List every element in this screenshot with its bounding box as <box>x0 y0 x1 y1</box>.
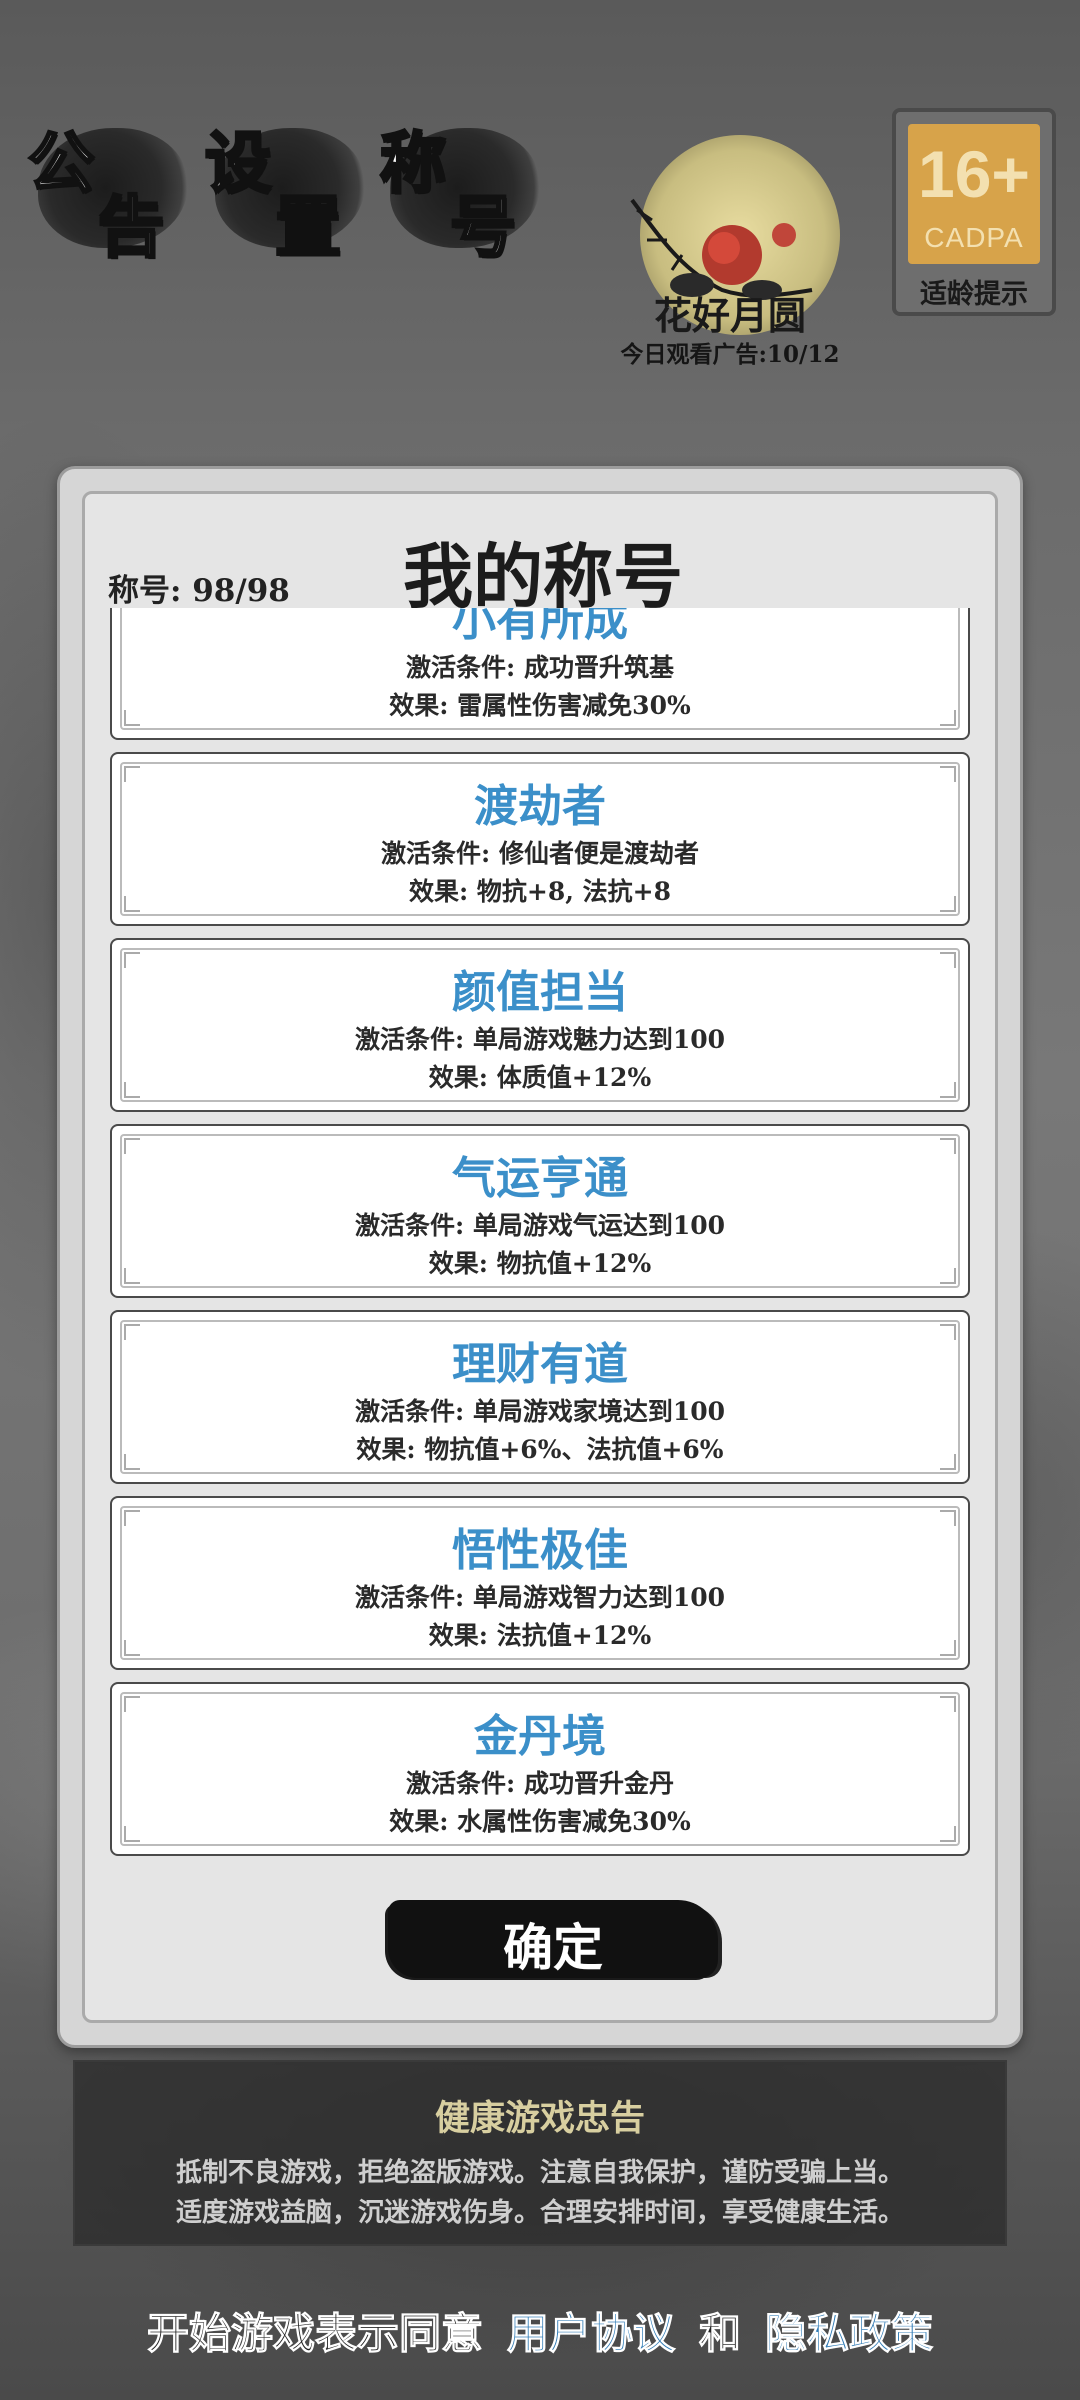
title-effect: 效果: 法抗值+12% <box>428 1621 652 1650</box>
title-card: 理财有道 激活条件: 单局游戏家境达到100 效果: 物抗值+6%、法抗值+6% <box>110 1310 970 1484</box>
title-effect: 效果: 物抗值+12% <box>428 1249 652 1278</box>
title-condition: 激活条件: 单局游戏魅力达到100 <box>354 1025 726 1054</box>
health-notice: 健康游戏忠告 抵制不良游戏，拒绝盗版游戏。注意自我保护，谨防受骗上当。 适度游戏… <box>73 2060 1007 2246</box>
title-condition: 激活条件: 单局游戏智力达到100 <box>354 1583 726 1612</box>
title-card: 金丹境 激活条件: 成功晋升金丹 效果: 水属性伤害减免30% <box>110 1682 970 1856</box>
title-effect: 效果: 水属性伤害减免30% <box>389 1807 691 1836</box>
titles-char-2: 号 <box>449 187 518 268</box>
event-title: 花好月圆 <box>653 293 806 338</box>
title-effect: 效果: 物抗值+6%、法抗值+6% <box>356 1435 724 1464</box>
title-name: 气运亨通 <box>452 1153 628 1204</box>
title-condition: 激活条件: 单局游戏家境达到100 <box>354 1397 726 1426</box>
title-card: 渡劫者 激活条件: 修仙者便是渡劫者 效果: 物抗+8, 法抗+8 <box>110 752 970 926</box>
title-card: 悟性极佳 激活条件: 单局游戏智力达到100 效果: 法抗值+12% <box>110 1496 970 1670</box>
health-notice-line: 抵制不良游戏，拒绝盗版游戏。注意自我保护，谨防受骗上当。 <box>175 2158 904 2188</box>
settings-button[interactable]: 设 置 <box>204 110 375 268</box>
age-rating-org: CADPA <box>924 222 1024 253</box>
age-rating-icon: 16+ CADPA <box>908 124 1040 264</box>
title-condition: 激活条件: 成功晋升金丹 <box>406 1769 674 1798</box>
announcement-button[interactable]: 公 告 <box>27 110 198 268</box>
title-count: 称号: 98/98 <box>108 573 290 609</box>
confirm-label: 确定 <box>503 1918 603 1977</box>
title-card: 气运亨通 激活条件: 单局游戏气运达到100 效果: 物抗值+12% <box>110 1124 970 1298</box>
title-name: 颜值担当 <box>452 967 628 1018</box>
settings-char-1: 设 <box>204 123 273 204</box>
announcement-char-2: 告 <box>97 187 166 268</box>
titles-button[interactable]: 称 号 <box>379 110 550 268</box>
privacy-policy-link[interactable]: 隐私政策 <box>765 2309 934 2359</box>
agreement-line: 开始游戏表示同意 用户协议和隐私政策 <box>0 2300 1080 2361</box>
title-name: 渡劫者 <box>474 781 606 832</box>
titles-char-1: 称 <box>379 123 448 204</box>
health-notice-title: 健康游戏忠告 <box>434 2098 645 2139</box>
title-name: 金丹境 <box>474 1711 606 1762</box>
announcement-char-1: 公 <box>27 123 96 204</box>
title-condition: 激活条件: 单局游戏气运达到100 <box>354 1211 726 1240</box>
settings-char-2: 置 <box>274 187 343 268</box>
title-name: 小有所成 <box>452 608 628 646</box>
title-card: 颜值担当 激活条件: 单局游戏魅力达到100 效果: 体质值+12% <box>110 938 970 1112</box>
agreement-prefix: 开始游戏表示同意 <box>146 2309 483 2359</box>
title-condition: 激活条件: 修仙者便是渡劫者 <box>381 839 699 868</box>
age-rating-tip: 适龄提示 <box>920 279 1028 310</box>
health-notice-line: 适度游戏益脑，沉迷游戏伤身。合理安排时间，享受健康生活。 <box>175 2198 904 2228</box>
title-effect: 效果: 雷属性伤害减免30% <box>389 691 691 720</box>
confirm-button[interactable]: 确定 <box>388 1900 718 1978</box>
user-agreement-link[interactable]: 用户协议 <box>506 2309 675 2359</box>
ad-count-text: 今日观看广告:10/12 <box>620 341 840 368</box>
title-name: 悟性极佳 <box>452 1525 628 1576</box>
title-effect: 效果: 物抗+8, 法抗+8 <box>408 877 672 906</box>
age-rating-badge[interactable]: 16+ CADPA 适龄提示 <box>892 108 1056 316</box>
title-name: 理财有道 <box>452 1339 628 1390</box>
agreement-and: 和 <box>698 2309 742 2359</box>
title-card: 小有所成 激活条件: 成功晋升筑基 效果: 雷属性伤害减免30% <box>110 608 970 740</box>
age-rating-number: 16+ <box>918 137 1030 211</box>
title-condition: 激活条件: 成功晋升筑基 <box>406 653 674 682</box>
titles-list[interactable]: 小有所成 激活条件: 成功晋升筑基 效果: 雷属性伤害减免30% 渡劫者 激活条… <box>108 608 974 1870</box>
title-effect: 效果: 体质值+12% <box>428 1063 652 1092</box>
